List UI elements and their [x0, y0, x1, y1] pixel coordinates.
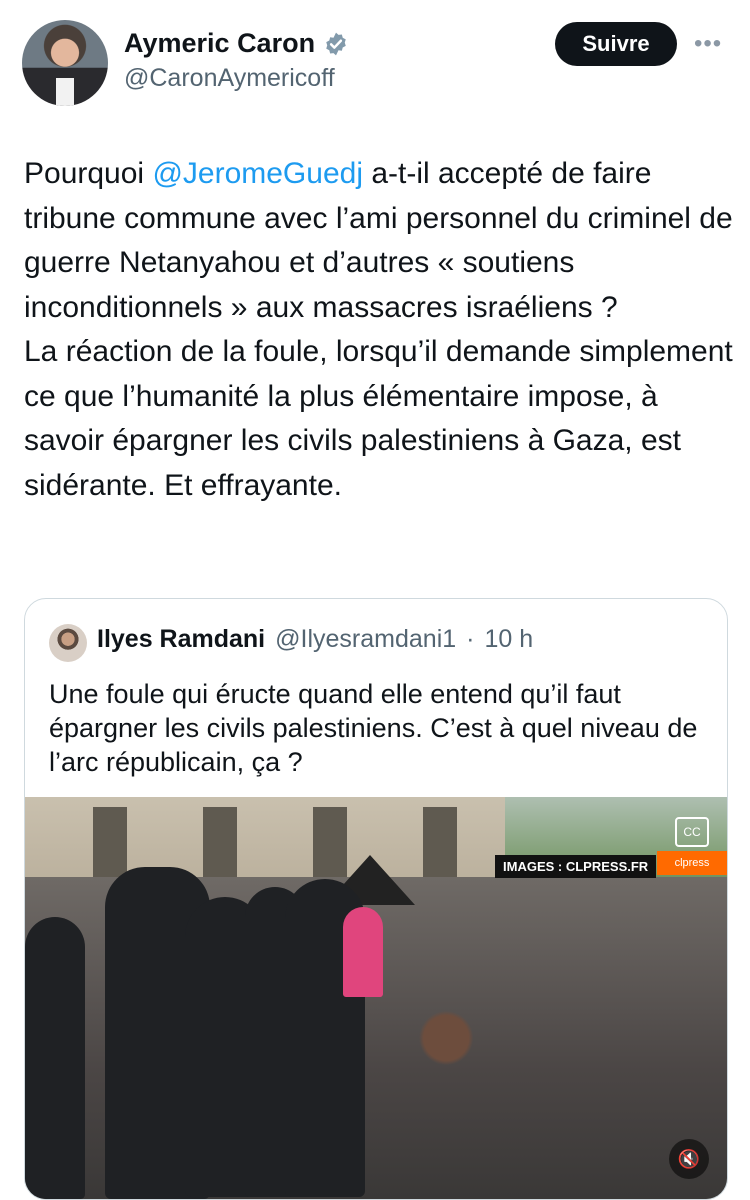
quoted-text: Une foule qui éructe quand elle entend q…: [49, 679, 698, 777]
author-name[interactable]: Aymeric Caron: [124, 28, 315, 59]
more-horizontal-icon[interactable]: •••: [694, 30, 722, 58]
author-handle[interactable]: @CaronAymericoff: [124, 64, 335, 93]
building-window: [203, 807, 237, 885]
building-window: [423, 807, 457, 885]
quoted-tweet[interactable]: Ilyes Ramdani @Ilyesramdani1 · 10 h Une …: [24, 598, 728, 1200]
clpress-logo: clpress: [657, 851, 727, 875]
quoted-author-handle[interactable]: @Ilyesramdani1: [275, 625, 456, 654]
quoted-author-avatar[interactable]: [49, 624, 87, 662]
quoted-author-name[interactable]: Ilyes Ramdani: [97, 625, 265, 654]
tweet-paragraph-2: La réaction de la foule, lorsqu’il deman…: [24, 335, 733, 502]
video-watermark: IMAGES : CLPRESS.FR: [495, 855, 657, 878]
author-name-row[interactable]: Aymeric Caron: [124, 28, 349, 59]
volume-muted-icon[interactable]: 🔇: [669, 1139, 709, 1179]
tweet-body: Pourquoi @JeromeGuedj a-t-il accepté de …: [24, 152, 734, 508]
quoted-time[interactable]: 10 h: [484, 625, 533, 654]
video-person-pink-jacket: [343, 907, 383, 997]
quoted-header: Ilyes Ramdani @Ilyesramdani1 · 10 h: [97, 625, 533, 654]
tweet-text-pre: Pourquoi: [24, 157, 153, 190]
video-person: [25, 917, 85, 1199]
avatar-shirt: [56, 78, 74, 106]
tweet-paragraph-1: Pourquoi @JeromeGuedj a-t-il accepté de …: [24, 152, 734, 330]
mention-link[interactable]: @JeromeGuedj: [152, 157, 363, 190]
quoted-video[interactable]: IMAGES : CLPRESS.FR clpress CC 🔇: [25, 797, 727, 1199]
building-window: [313, 807, 347, 885]
verified-badge-icon: [326, 32, 346, 55]
author-avatar[interactable]: [22, 20, 108, 106]
follow-button[interactable]: Suivre: [555, 22, 677, 66]
quoted-separator: ·: [466, 625, 475, 653]
closed-captions-icon[interactable]: CC: [675, 817, 709, 847]
